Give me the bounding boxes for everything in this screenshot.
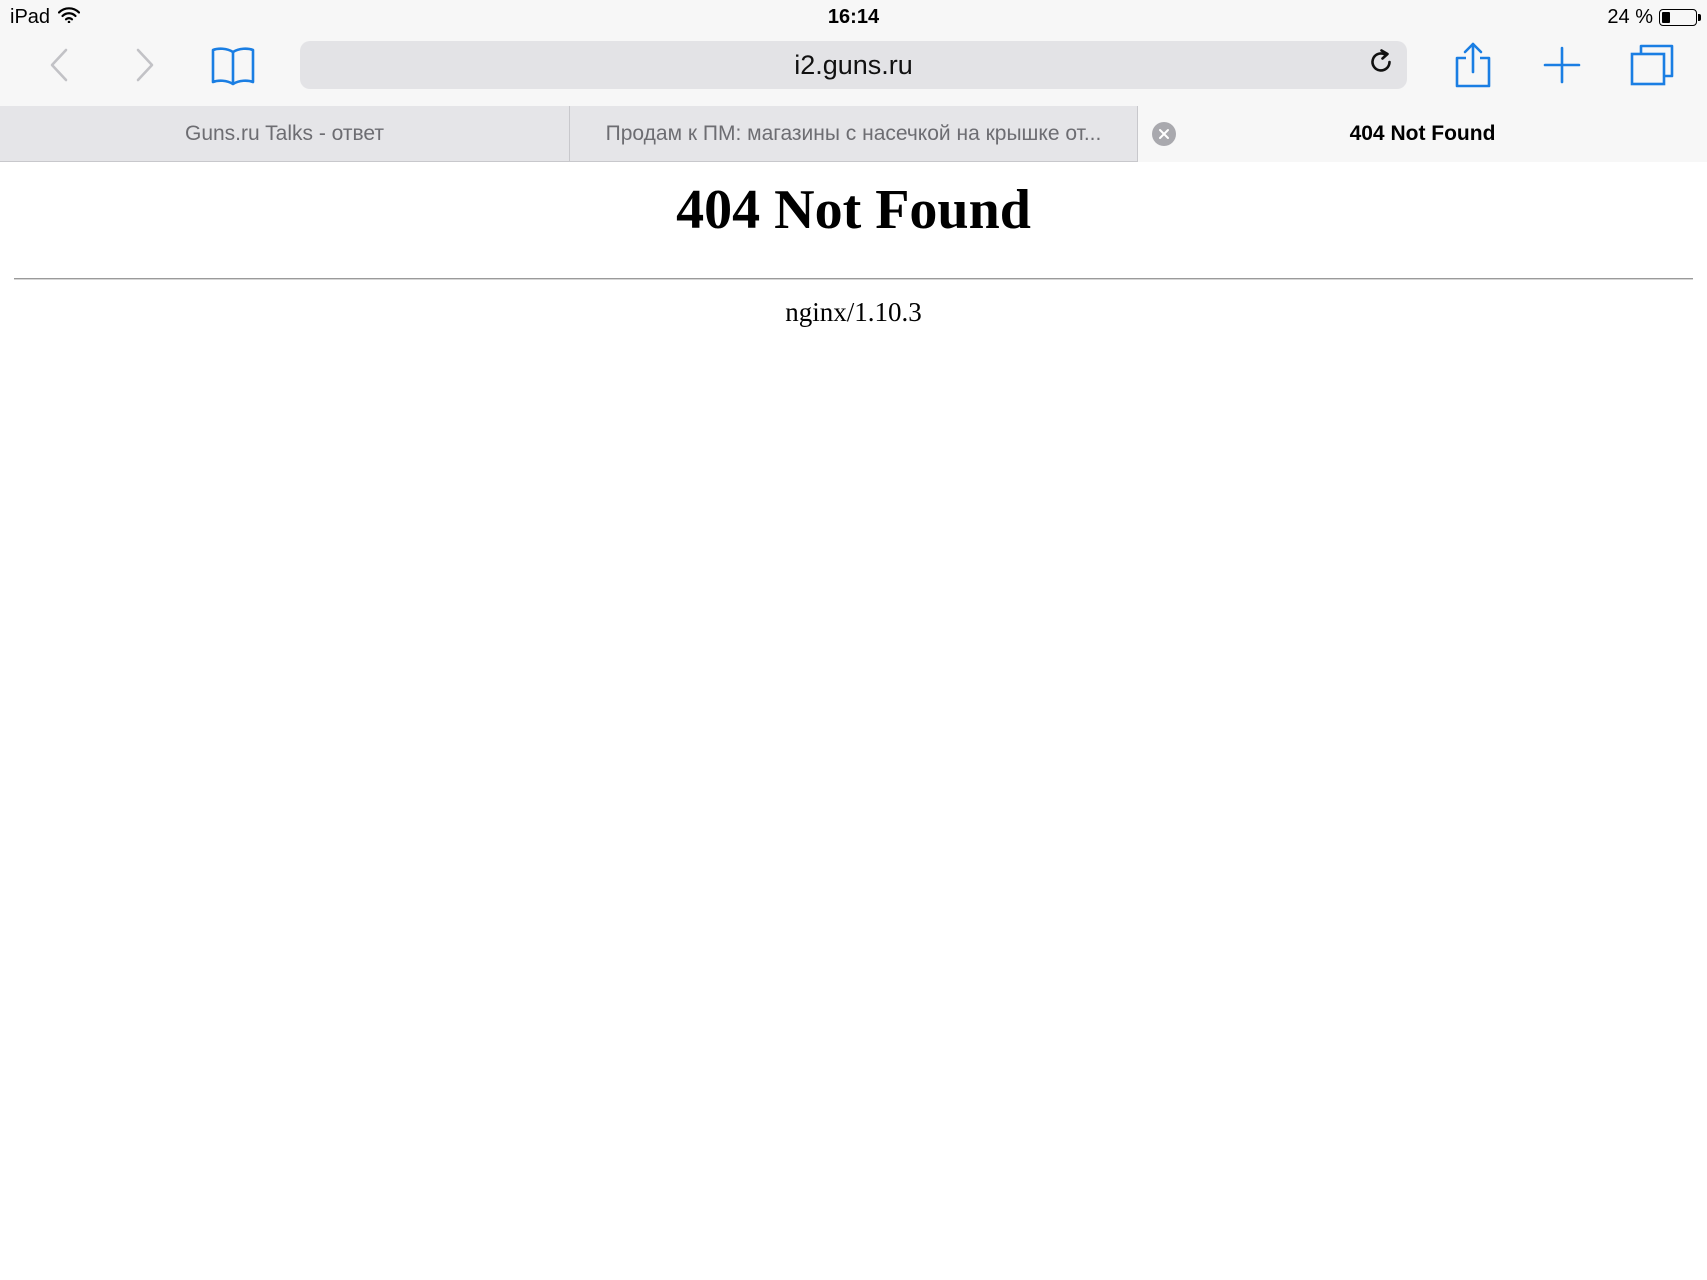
browser-toolbar: i2.guns.ru [0,34,1707,106]
forward-button[interactable] [110,34,180,96]
battery-percent: 24 % [1607,6,1653,28]
tab-guns-talks[interactable]: Guns.ru Talks - ответ [0,106,570,162]
tab-bar: Guns.ru Talks - ответ Продам к ПМ: магаз… [0,106,1707,162]
web-content: 404 Not Found nginx/1.10.3 [0,163,1707,1280]
tabs-icon [1630,44,1674,86]
status-right: 24 % [1607,6,1701,29]
page-title: 404 Not Found [676,179,1031,241]
tab-prodam[interactable]: Продам к ПМ: магазины с насечкой на крыш… [570,106,1138,162]
server-signature: nginx/1.10.3 [785,297,922,327]
battery-icon [1659,9,1701,26]
share-button[interactable] [1438,34,1508,96]
tab-close-button[interactable] [1152,122,1176,146]
tab-label: Продам к ПМ: магазины с насечкой на крыш… [605,122,1102,145]
status-bar: iPad 16:14 24 % [0,0,1707,34]
chevron-left-icon [47,47,71,83]
reload-icon [1368,48,1394,82]
share-icon [1454,42,1492,88]
chevron-right-icon [133,47,157,83]
url-text: i2.guns.ru [794,49,913,80]
horizontal-rule [14,278,1693,280]
tab-404-active[interactable]: 404 Not Found [1138,106,1707,162]
tab-label: Guns.ru Talks - ответ [184,122,385,145]
plus-icon [1543,46,1581,84]
book-icon [210,44,256,86]
new-tab-button[interactable] [1527,34,1597,96]
tabs-overview-button[interactable] [1617,34,1687,96]
tab-label: 404 Not Found [1349,122,1496,145]
battery-level [1662,12,1670,23]
address-bar[interactable]: i2.guns.ru [300,41,1407,89]
reload-button[interactable] [1363,47,1399,83]
bookmarks-button[interactable] [198,34,268,96]
back-button[interactable] [24,34,94,96]
status-time: 16:14 [827,6,880,28]
close-icon [1158,122,1170,146]
